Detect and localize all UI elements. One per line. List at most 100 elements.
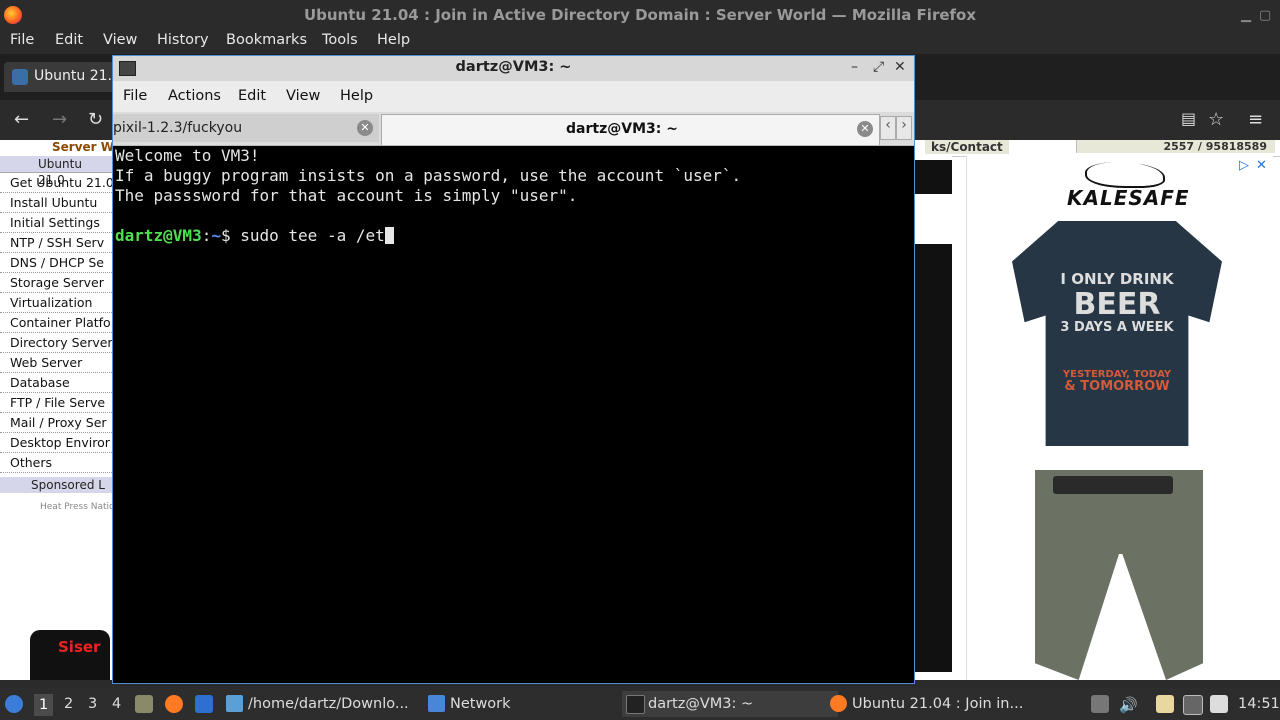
notes-tray-icon[interactable] (1210, 695, 1228, 713)
terminal-output[interactable]: Welcome to VM3! If a buggy program insis… (115, 146, 910, 679)
sidebar-header[interactable]: Ubuntu 21.0 (0, 156, 112, 187)
command-input[interactable]: sudo tee -a /et (240, 226, 385, 245)
sidebar-item-install-ubuntu[interactable]: Install Ubuntu (0, 193, 112, 213)
task-network[interactable]: Network (424, 691, 511, 717)
ad-close-icon[interactable]: ✕ (1256, 158, 1267, 173)
terminal-menubar: File Actions Edit View Help (113, 81, 914, 112)
tshirt-print: I ONLY DRINK BEER 3 DAYS A WEEK YESTERDA… (1060, 270, 1174, 394)
terminal-tabbar: pixil-1.2.3/fuckyou ✕ dartz@VM3: ~ ✕ ‹ › (113, 112, 914, 146)
menu-help[interactable]: Help (377, 32, 410, 48)
menu-edit[interactable]: Edit (55, 32, 83, 48)
site-name[interactable]: Server W (52, 140, 114, 154)
volume-icon[interactable]: 🔊 (1119, 696, 1138, 714)
sponsored-header: Sponsored L (0, 477, 112, 493)
sidebar-item-desktop[interactable]: Desktop Enviror (0, 433, 112, 453)
menu-file[interactable]: File (10, 32, 34, 48)
task-terminal[interactable]: dartz@VM3: ~ (622, 691, 838, 717)
clipboard-tray-icon[interactable] (1156, 695, 1174, 713)
firefox-launcher-icon[interactable] (165, 695, 183, 713)
sidebar-item-ntp-ssh[interactable]: NTP / SSH Serv (0, 233, 112, 253)
terminal-line: The passsword for that account is simply… (115, 186, 578, 205)
prompt-user: dartz@VM3 (115, 226, 202, 245)
firefox-window-title: Ubuntu 21.04 : Join in Active Directory … (303, 6, 977, 24)
firefox-titlebar: Ubuntu 21.04 : Join in Active Directory … (0, 0, 1280, 30)
clock[interactable]: 14:51 (1238, 696, 1280, 712)
eject-tray-icon[interactable] (1091, 695, 1109, 713)
sidebar-item-others[interactable]: Others (0, 453, 112, 473)
shorts-belt (1053, 476, 1173, 494)
terminal-menu-help[interactable]: Help (340, 88, 373, 104)
terminal-tab-label: dartz@VM3: ~ (566, 121, 678, 137)
task-firefox[interactable]: Ubuntu 21.04 : Join in... (826, 691, 1023, 717)
tab-scroll-right-icon[interactable]: › (896, 116, 912, 140)
prompt-path: ~ (211, 226, 221, 245)
sidebar-item-virtualization[interactable]: Virtualization (0, 293, 112, 313)
terminal-titlebar[interactable]: dartz@VM3: ~ – ⤢ ✕ (113, 56, 914, 81)
terminal-title: dartz@VM3: ~ (455, 59, 572, 75)
terminal-prompt-line[interactable]: dartz@VM3:~$ sudo tee -a /et (115, 226, 910, 246)
terminal-menu-view[interactable]: View (286, 88, 320, 104)
reload-icon[interactable]: ↻ (88, 109, 103, 130)
folder-icon (428, 695, 445, 712)
sidebar-item-container[interactable]: Container Platfo (0, 313, 112, 333)
start-menu-icon[interactable] (5, 695, 23, 713)
keyboard-tray-icon[interactable] (1183, 695, 1203, 715)
terminal-icon (626, 695, 645, 714)
ad-panel[interactable]: ▷ ✕ KALESAFE I ONLY DRINK BEER 3 DAYS A … (966, 156, 1273, 680)
terminal-menu-edit[interactable]: Edit (238, 88, 266, 104)
forward-icon[interactable]: → (52, 109, 67, 130)
workspace-2[interactable]: 2 (64, 696, 73, 712)
workspace-3[interactable]: 3 (88, 696, 97, 712)
hamburger-menu-icon[interactable]: ≡ (1248, 109, 1263, 130)
sidebar-item-ftp[interactable]: FTP / File Serve (0, 393, 112, 413)
heat-press-ad-text[interactable]: Heat Press Natio (40, 502, 115, 512)
workspace-4[interactable]: 4 (112, 696, 121, 712)
sidebar-item-web-server[interactable]: Web Server (0, 353, 112, 373)
sidebar-item-get-ubuntu[interactable]: Get Ubuntu 21.0 (0, 173, 112, 193)
terminal-tab-inactive[interactable]: pixil-1.2.3/fuckyou ✕ (113, 114, 379, 142)
sidebar-item-initial-settings[interactable]: Initial Settings (0, 213, 112, 233)
code-block-edge (912, 244, 952, 672)
image-viewer-icon (226, 695, 243, 712)
terminal-line: If a buggy program insists on a password… (115, 166, 742, 185)
tab-scroll-left-icon[interactable]: ‹ (880, 116, 896, 140)
siser-logo: Siser (58, 638, 101, 656)
firefox-menubar: File Edit View History Bookmarks Tools H… (0, 30, 1280, 54)
desktop-launcher-icon[interactable] (195, 695, 213, 713)
file-manager-launcher-icon[interactable] (135, 695, 153, 713)
sidebar-item-database[interactable]: Database (0, 373, 112, 393)
minimize-icon[interactable]: – (851, 59, 858, 75)
shorts-image[interactable] (1035, 470, 1203, 680)
tab-close-icon[interactable]: ✕ (357, 120, 373, 136)
adchoices-icon[interactable]: ▷ (1239, 158, 1249, 173)
terminal-line: Welcome to VM3! (115, 146, 260, 165)
sidebar-item-mail-proxy[interactable]: Mail / Proxy Ser (0, 413, 112, 433)
menu-history[interactable]: History (157, 32, 209, 48)
sidebar-item-directory[interactable]: Directory Server (0, 333, 112, 353)
sidebar-item-storage[interactable]: Storage Server (0, 273, 112, 293)
reader-view-icon[interactable]: ▤ (1181, 109, 1196, 128)
terminal-tab-active[interactable]: dartz@VM3: ~ ✕ (381, 114, 880, 145)
task-file-manager[interactable]: /home/dartz/Downlo... (222, 691, 409, 717)
menu-view[interactable]: View (103, 32, 137, 48)
terminal-menu-file[interactable]: File (123, 88, 147, 104)
ad-brand: KALESAFE (1067, 186, 1190, 210)
minimize-icon[interactable]: ▁ (1241, 8, 1251, 23)
siser-ad-image[interactable]: Siser (30, 630, 110, 680)
bookmark-star-icon[interactable]: ☆ (1208, 109, 1224, 130)
menu-tools[interactable]: Tools (322, 32, 358, 48)
close-icon[interactable]: ✕ (894, 59, 906, 75)
workspace-1[interactable]: 1 (34, 694, 54, 716)
maximize-icon[interactable]: ⤢ (873, 59, 884, 75)
menu-bookmarks[interactable]: Bookmarks (226, 32, 307, 48)
firefox-icon (830, 695, 847, 712)
sidebar-item-dns-dhcp[interactable]: DNS / DHCP Se (0, 253, 112, 273)
motorcycle-logo-icon (1085, 162, 1165, 188)
maximize-icon[interactable]: ▢ (1259, 8, 1271, 23)
links-contact-link[interactable]: ks/Contact (925, 140, 1009, 154)
tab-close-icon[interactable]: ✕ (857, 121, 873, 137)
back-icon[interactable]: ← (14, 109, 29, 130)
site-sidebar: Ubuntu 21.0 Get Ubuntu 21.0 Install Ubun… (0, 156, 112, 493)
terminal-menu-actions[interactable]: Actions (168, 88, 221, 104)
terminal-window[interactable]: dartz@VM3: ~ – ⤢ ✕ File Actions Edit Vie… (112, 55, 915, 684)
